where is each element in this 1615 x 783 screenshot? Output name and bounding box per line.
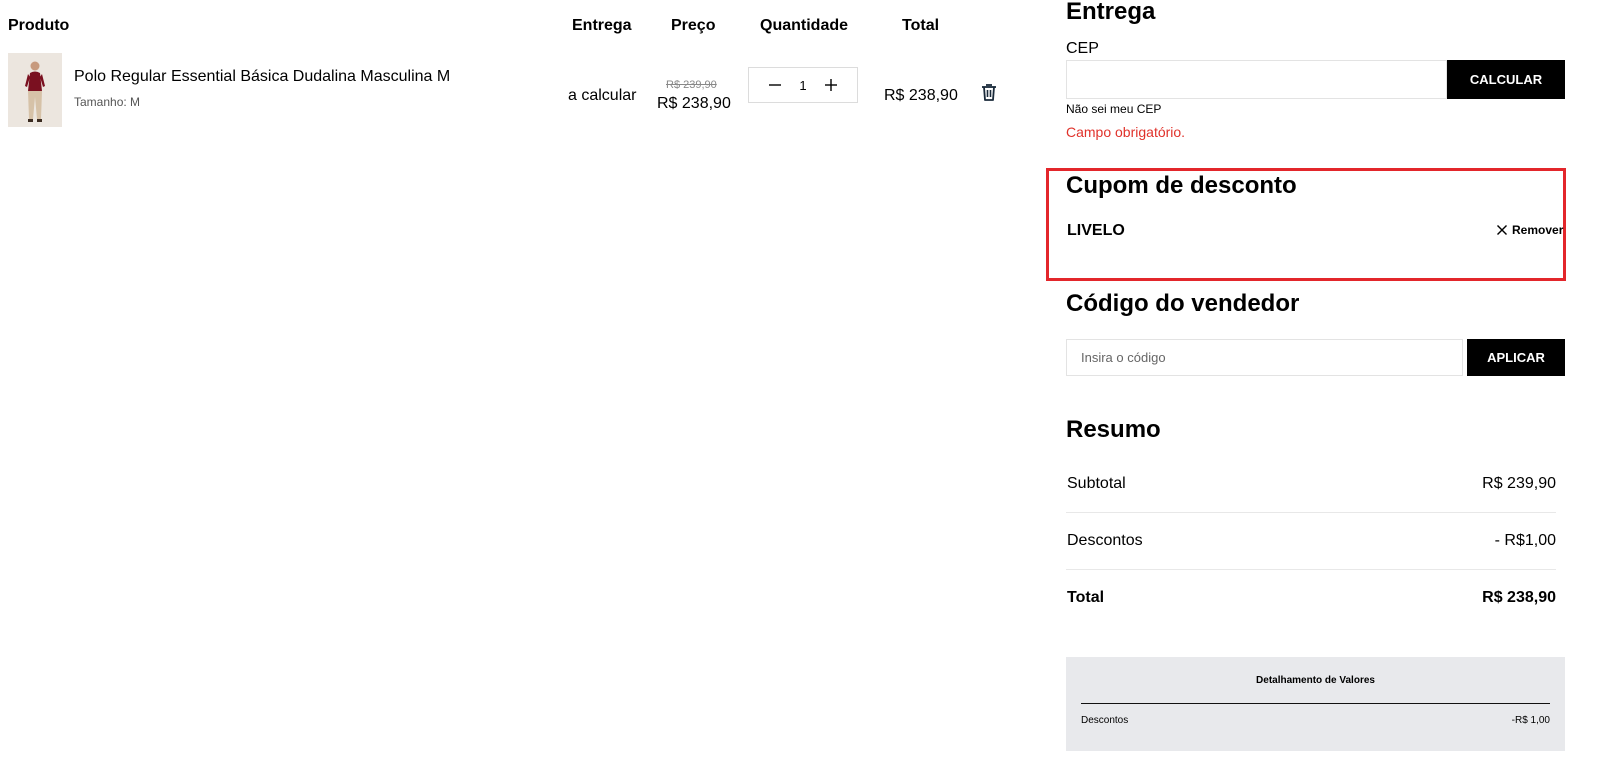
summary-discounts-row: Descontos - R$1,00 xyxy=(1066,532,1556,589)
summary-title: Resumo xyxy=(1066,416,1161,443)
seller-code-title: Código do vendedor xyxy=(1066,290,1300,317)
discounts-label: Descontos xyxy=(1067,532,1143,549)
plus-icon[interactable] xyxy=(823,77,839,93)
quantity-stepper: 1 xyxy=(748,67,858,103)
coupon-code: LIVELO xyxy=(1067,222,1125,239)
subtotal-value: R$ 239,90 xyxy=(1482,475,1556,492)
trash-icon[interactable] xyxy=(979,82,999,102)
apply-button[interactable]: APLICAR xyxy=(1467,339,1565,376)
product-size: Tamanho: M xyxy=(74,95,141,109)
price-old: R$ 239,90 xyxy=(666,79,717,91)
coupon-title: Cupom de desconto xyxy=(1066,172,1297,199)
header-total: Total xyxy=(902,17,940,34)
header-quantity: Quantidade xyxy=(760,17,849,34)
total-label: Total xyxy=(1067,589,1105,606)
product-name[interactable]: Polo Regular Essential Básica Dudalina M… xyxy=(74,68,450,86)
item-total: R$ 238,90 xyxy=(884,87,958,104)
header-product: Produto xyxy=(8,17,70,34)
summary-divider xyxy=(1066,569,1556,570)
details-divider xyxy=(1081,703,1550,704)
calculate-button[interactable]: CALCULAR xyxy=(1447,60,1565,99)
close-icon xyxy=(1497,225,1507,235)
quantity-value[interactable]: 1 xyxy=(749,78,857,93)
subtotal-label: Subtotal xyxy=(1067,475,1126,492)
cep-input[interactable] xyxy=(1066,60,1447,99)
discounts-value: - R$1,00 xyxy=(1494,532,1556,549)
shipping-title: Entrega xyxy=(1066,0,1156,25)
cep-label: CEP xyxy=(1066,40,1099,57)
value-details-panel: Detalhamento de Valores Descontos -R$ 1,… xyxy=(1066,657,1565,751)
header-delivery: Entrega xyxy=(572,17,632,34)
coupon-remove-label: Remover xyxy=(1512,223,1564,237)
summary-total-row: Total R$ 238,90 xyxy=(1066,589,1556,646)
summary-divider xyxy=(1066,512,1556,513)
cep-error-message: Campo obrigatório. xyxy=(1066,124,1186,140)
cart-table: Produto Entrega Preço Quantidade Total P… xyxy=(0,0,1050,783)
header-price: Preço xyxy=(671,17,716,34)
details-discounts-value: -R$ 1,00 xyxy=(1511,715,1550,726)
details-title: Detalhamento de Valores xyxy=(1256,675,1375,686)
seller-code-input[interactable] xyxy=(1066,339,1463,376)
cep-help-link[interactable]: Não sei meu CEP xyxy=(1066,102,1161,116)
total-value: R$ 238,90 xyxy=(1482,589,1556,606)
details-discounts-label: Descontos xyxy=(1081,715,1129,726)
summary-subtotal-row: Subtotal R$ 239,90 xyxy=(1066,475,1556,532)
price-new: R$ 238,90 xyxy=(657,95,731,112)
coupon-remove-button[interactable]: Remover xyxy=(1496,223,1563,237)
product-thumbnail[interactable] xyxy=(8,53,62,127)
delivery-value: a calcular xyxy=(568,87,637,104)
product-photo-icon xyxy=(8,53,62,127)
